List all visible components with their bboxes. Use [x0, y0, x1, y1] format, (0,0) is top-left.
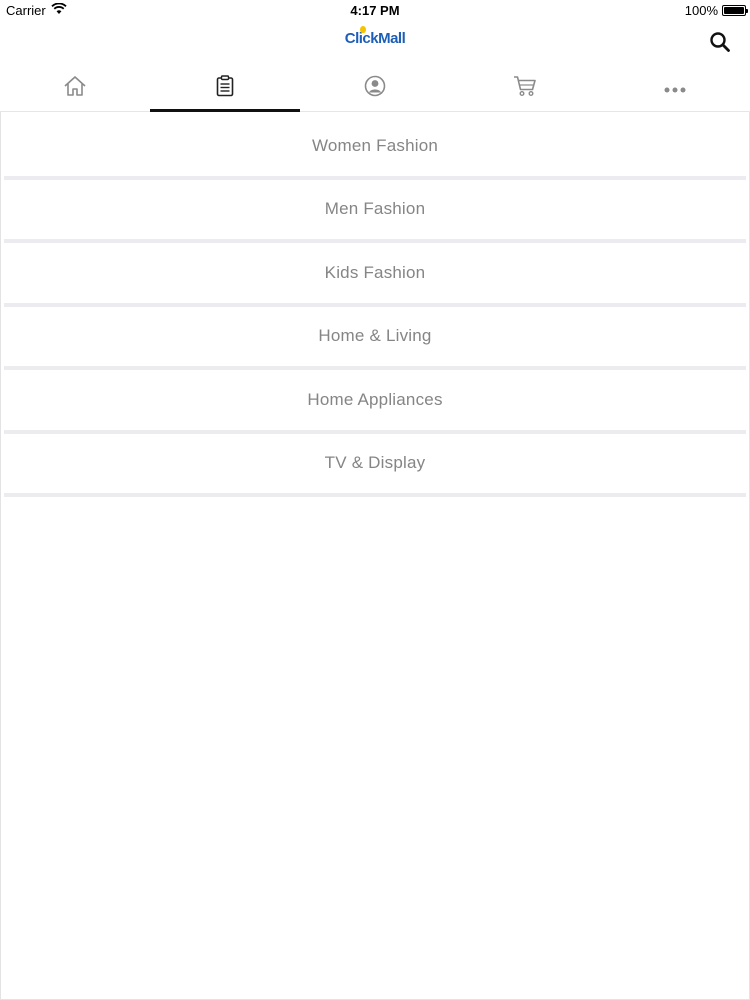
account-icon	[364, 75, 386, 102]
category-label: Women Fashion	[311, 135, 439, 155]
logo-wrap: ClickMall	[344, 26, 406, 47]
category-item-kids-fashion[interactable]: Kids Fashion	[4, 243, 746, 307]
search-icon[interactable]	[708, 30, 732, 54]
logo-bulb-icon	[359, 26, 366, 33]
tab-categories[interactable]	[150, 66, 300, 112]
logo-text: ClickMall	[344, 30, 406, 47]
status-bar: Carrier 4:17 PM 100%	[0, 0, 750, 22]
battery-fill	[724, 7, 744, 14]
category-label: Home Appliances	[307, 389, 443, 409]
app-logo: ClickMall	[0, 26, 750, 47]
tab-more[interactable]	[600, 66, 750, 111]
home-icon	[63, 75, 87, 102]
app-header: ClickMall	[0, 22, 750, 62]
status-right: 100%	[684, 3, 748, 18]
status-time: 4:17 PM	[350, 3, 400, 18]
tab-account[interactable]	[300, 66, 450, 111]
battery-percent: 100%	[684, 3, 718, 18]
tab-home[interactable]	[0, 66, 150, 111]
category-label: Men Fashion	[324, 199, 426, 219]
category-label: TV & Display	[324, 453, 426, 473]
clipboard-icon	[216, 75, 234, 102]
tab-bar	[0, 66, 750, 112]
more-icon	[664, 80, 686, 98]
category-item-home-appliances[interactable]: Home Appliances	[4, 370, 746, 434]
category-list: Women Fashion Men Fashion Kids Fashion H…	[4, 116, 746, 497]
category-item-home-living[interactable]: Home & Living	[4, 307, 746, 370]
category-label: Kids Fashion	[324, 262, 426, 282]
app-screen: Carrier 4:17 PM 100% ClickMall Women Fas…	[0, 0, 750, 1000]
tab-cart[interactable]	[450, 66, 600, 111]
category-item-men-fashion[interactable]: Men Fashion	[4, 180, 746, 243]
category-item-women-fashion[interactable]: Women Fashion	[4, 116, 746, 180]
category-label: Home & Living	[318, 326, 432, 346]
cart-icon	[513, 75, 537, 102]
battery-icon	[722, 5, 748, 16]
category-item-tv-display[interactable]: TV & Display	[4, 434, 746, 497]
battery-cap	[746, 9, 748, 13]
